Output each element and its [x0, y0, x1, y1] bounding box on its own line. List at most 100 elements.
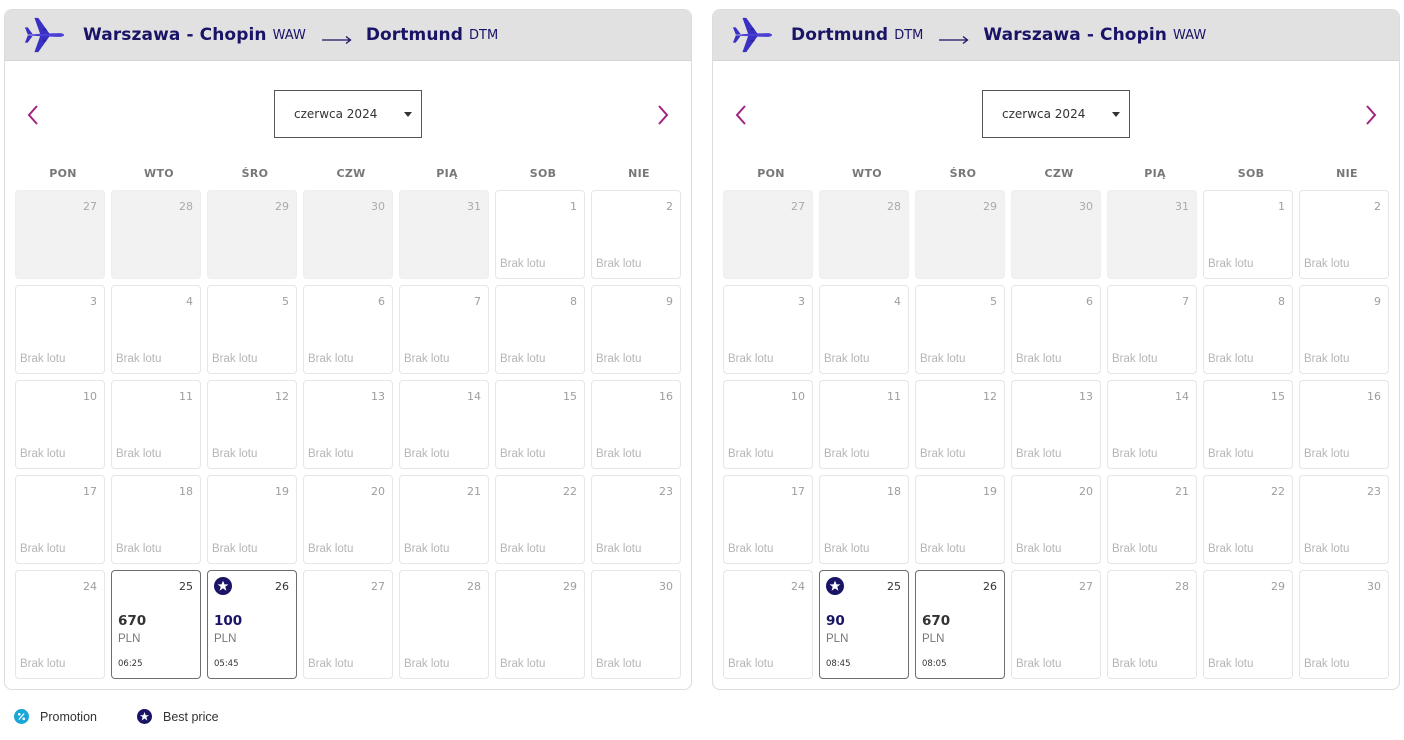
day-number: 18: [179, 485, 193, 498]
route-arrow-icon: [939, 30, 969, 45]
no-flight-label: Brak lotu: [1208, 448, 1254, 460]
day-number: 12: [983, 390, 997, 403]
calendar-day-cell[interactable]: 26 670 PLN 08:05: [915, 570, 1005, 679]
calendar-day-cell: 29: [915, 190, 1005, 279]
route-header: Warszawa - Chopin WAW Dortmund DTM: [5, 10, 691, 61]
route-arrow-icon: [321, 30, 352, 45]
calendar-day-cell[interactable]: 25 670 PLN 06:25: [111, 570, 201, 679]
weekday-label: ŚRO: [241, 167, 269, 180]
chevron-left-icon[interactable]: [731, 103, 751, 127]
no-flight-label: Brak lotu: [596, 448, 642, 460]
month-select-value: czerwca 2024: [1002, 107, 1086, 121]
flight-price: 670: [922, 613, 951, 629]
calendar-day-cell: 21 Brak lotu: [1107, 475, 1197, 564]
day-number: 14: [1175, 390, 1189, 403]
weekday-label: SOB: [1237, 167, 1265, 180]
calendar-day-cell: 20 Brak lotu: [303, 475, 393, 564]
calendar-day-cell: 23 Brak lotu: [591, 475, 681, 564]
price-currency: PLN: [118, 633, 141, 645]
no-flight-label: Brak lotu: [824, 543, 870, 555]
day-number: 28: [179, 200, 193, 213]
day-number: 30: [1079, 200, 1093, 213]
calendar-day-cell: 19 Brak lotu: [915, 475, 1005, 564]
no-flight-label: Brak lotu: [1304, 543, 1350, 555]
no-flight-label: Brak lotu: [500, 543, 546, 555]
return-calendar-panel: Dortmund DTM Warszawa - Chopin WAW czerwca 2…: [712, 9, 1400, 690]
day-number: 22: [1271, 485, 1285, 498]
calendar-day-cell: 31: [1107, 190, 1197, 279]
calendar-day-cell: 31: [399, 190, 489, 279]
day-number: 12: [275, 390, 289, 403]
calendar-day-cell: 11 Brak lotu: [819, 380, 909, 469]
destination-city: Dortmund: [365, 25, 464, 45]
day-number: 15: [563, 390, 577, 403]
calendar-day-cell: 5 Brak lotu: [915, 285, 1005, 374]
day-number: 9: [666, 295, 673, 308]
month-select-value: czerwca 2024: [294, 107, 378, 121]
calendar-day-cell: 13 Brak lotu: [1011, 380, 1101, 469]
caret-down-icon: [404, 112, 412, 117]
chevron-left-icon[interactable]: [23, 103, 43, 127]
airplane-icon: [23, 14, 65, 56]
day-number: 27: [1079, 580, 1093, 593]
day-number: 9: [1374, 295, 1381, 308]
weekday-label: WTO: [144, 167, 174, 180]
chevron-right-icon[interactable]: [653, 103, 673, 127]
day-number: 14: [467, 390, 481, 403]
calendar-day-cell[interactable]: 25 90 PLN 08:45: [819, 570, 909, 679]
no-flight-label: Brak lotu: [404, 658, 450, 670]
no-flight-label: Brak lotu: [1304, 658, 1350, 670]
no-flight-label: Brak lotu: [404, 448, 450, 460]
departure-time: 08:05: [922, 659, 947, 669]
month-select[interactable]: czerwca 2024: [274, 90, 422, 138]
calendar-day-cell: 22 Brak lotu: [495, 475, 585, 564]
route-header: Dortmund DTM Warszawa - Chopin WAW: [713, 10, 1399, 61]
day-number: 16: [659, 390, 673, 403]
star-badge-icon: [136, 709, 152, 724]
calendar-day-cell: 18 Brak lotu: [111, 475, 201, 564]
calendar-day-cell: 17 Brak lotu: [723, 475, 813, 564]
weekday-label: PIĄ: [1144, 167, 1166, 180]
day-number: 3: [798, 295, 805, 308]
weekday-label: PON: [49, 167, 77, 180]
no-flight-label: Brak lotu: [1112, 658, 1158, 670]
day-number: 8: [570, 295, 577, 308]
day-number: 29: [1271, 580, 1285, 593]
calendar-day-cell: 10 Brak lotu: [723, 380, 813, 469]
day-number: 24: [791, 580, 805, 593]
no-flight-label: Brak lotu: [212, 543, 258, 555]
best-price-star-icon: [826, 577, 844, 595]
day-number: 27: [371, 580, 385, 593]
legend: Promotion Best price: [14, 709, 259, 724]
calendar-day-cell: 9 Brak lotu: [591, 285, 681, 374]
calendar-day-cell: 27 Brak lotu: [303, 570, 393, 679]
calendar-day-cell: 1 Brak lotu: [495, 190, 585, 279]
calendar-day-cell: 9 Brak lotu: [1299, 285, 1389, 374]
day-number: 2: [666, 200, 673, 213]
no-flight-label: Brak lotu: [596, 543, 642, 555]
no-flight-label: Brak lotu: [1208, 658, 1254, 670]
day-number: 1: [570, 200, 577, 213]
no-flight-label: Brak lotu: [1304, 448, 1350, 460]
day-number: 4: [186, 295, 193, 308]
calendar-day-cell: 29 Brak lotu: [495, 570, 585, 679]
day-number: 6: [378, 295, 385, 308]
calendar-day-cell: 30: [303, 190, 393, 279]
airplane-icon: [731, 14, 773, 56]
calendar-day-cell: 22 Brak lotu: [1203, 475, 1293, 564]
chevron-right-icon[interactable]: [1361, 103, 1381, 127]
no-flight-label: Brak lotu: [596, 258, 642, 270]
calendar-day-cell: 1 Brak lotu: [1203, 190, 1293, 279]
day-number: 25: [887, 580, 901, 593]
day-number: 20: [371, 485, 385, 498]
day-number: 15: [1271, 390, 1285, 403]
no-flight-label: Brak lotu: [500, 658, 546, 670]
month-select[interactable]: czerwca 2024: [982, 90, 1130, 138]
day-number: 21: [467, 485, 481, 498]
calendar-day-cell[interactable]: 26 100 PLN 05:45: [207, 570, 297, 679]
day-number: 21: [1175, 485, 1189, 498]
weekday-label: NIE: [1336, 167, 1358, 180]
day-number: 29: [275, 200, 289, 213]
calendar-day-cell: 5 Brak lotu: [207, 285, 297, 374]
calendar-day-cell: 23 Brak lotu: [1299, 475, 1389, 564]
